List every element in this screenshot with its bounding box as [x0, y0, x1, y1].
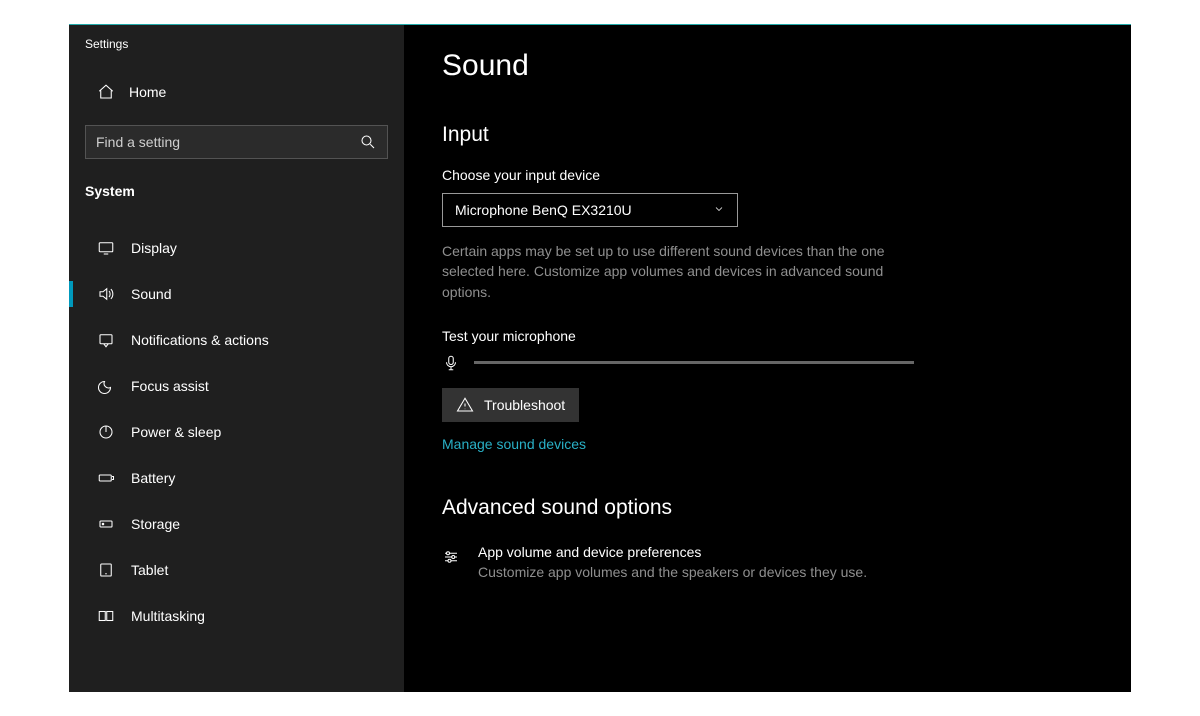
storage-icon — [97, 515, 115, 533]
sidebar-item-focus[interactable]: Focus assist — [69, 363, 404, 409]
manage-sound-devices-link[interactable]: Manage sound devices — [442, 436, 586, 452]
sidebar-item-power[interactable]: Power & sleep — [69, 409, 404, 455]
sidebar-item-storage[interactable]: Storage — [69, 501, 404, 547]
app-volume-texts: App volume and device preferences Custom… — [478, 544, 867, 580]
nav-list: Display Sound Notifications & actions Fo… — [69, 225, 404, 639]
sliders-icon — [442, 548, 460, 566]
sidebar-item-sound[interactable]: Sound — [69, 271, 404, 317]
sound-icon — [97, 285, 115, 303]
test-mic-label: Test your microphone — [442, 328, 1091, 344]
sidebar-item-label: Notifications & actions — [131, 332, 269, 348]
sidebar-item-display[interactable]: Display — [69, 225, 404, 271]
sidebar: Settings Home System Display — [69, 25, 404, 692]
input-device-selected: Microphone BenQ EX3210U — [455, 202, 632, 218]
home-label: Home — [129, 84, 166, 100]
sidebar-item-label: Power & sleep — [131, 424, 221, 440]
category-heading: System — [69, 169, 404, 213]
sidebar-item-label: Tablet — [131, 562, 168, 578]
sidebar-item-multitasking[interactable]: Multitasking — [69, 593, 404, 639]
home-icon — [97, 83, 115, 101]
input-hint: Certain apps may be set up to use differ… — [442, 241, 922, 302]
warning-icon — [456, 396, 474, 414]
search-field[interactable] — [96, 134, 359, 150]
troubleshoot-button[interactable]: Troubleshoot — [442, 388, 579, 422]
main-content: Sound Input Choose your input device Mic… — [404, 25, 1131, 692]
app-volume-preferences[interactable]: App volume and device preferences Custom… — [442, 540, 1091, 584]
multitasking-icon — [97, 607, 115, 625]
sidebar-item-label: Sound — [131, 286, 171, 302]
mic-test-row — [442, 354, 1091, 372]
sidebar-item-notifications[interactable]: Notifications & actions — [69, 317, 404, 363]
settings-window: Settings Home System Display — [69, 24, 1131, 692]
advanced-heading: Advanced sound options — [442, 496, 1091, 520]
input-device-dropdown[interactable]: Microphone BenQ EX3210U — [442, 193, 738, 227]
app-volume-title: App volume and device preferences — [478, 544, 867, 560]
choose-input-label: Choose your input device — [442, 167, 1091, 183]
chevron-down-icon — [713, 202, 725, 218]
mic-level-bar — [474, 361, 914, 364]
page-title: Sound — [442, 49, 1091, 83]
sidebar-item-label: Storage — [131, 516, 180, 532]
app-volume-sub: Customize app volumes and the speakers o… — [478, 564, 867, 580]
troubleshoot-label: Troubleshoot — [484, 397, 565, 413]
window-title: Settings — [69, 25, 404, 73]
microphone-icon — [442, 354, 460, 372]
sidebar-item-label: Multitasking — [131, 608, 205, 624]
sidebar-item-label: Display — [131, 240, 177, 256]
power-icon — [97, 423, 115, 441]
sidebar-item-label: Battery — [131, 470, 175, 486]
home-nav[interactable]: Home — [69, 73, 404, 111]
tablet-icon — [97, 561, 115, 579]
search-container — [85, 125, 388, 159]
sidebar-item-battery[interactable]: Battery — [69, 455, 404, 501]
sidebar-item-label: Focus assist — [131, 378, 209, 394]
display-icon — [97, 239, 115, 257]
input-heading: Input — [442, 123, 1091, 147]
sidebar-item-tablet[interactable]: Tablet — [69, 547, 404, 593]
notifications-icon — [97, 331, 115, 349]
search-icon — [359, 133, 377, 151]
focus-icon — [97, 377, 115, 395]
battery-icon — [97, 469, 115, 487]
search-input[interactable] — [85, 125, 388, 159]
